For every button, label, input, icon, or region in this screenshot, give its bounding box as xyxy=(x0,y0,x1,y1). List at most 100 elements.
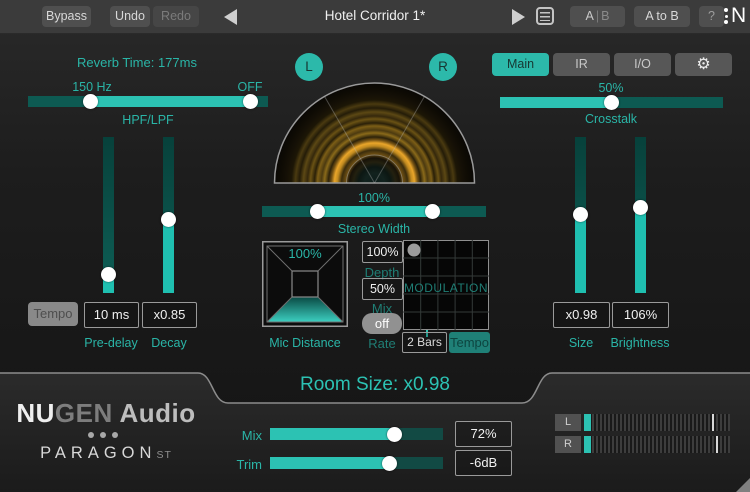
left-channel-button[interactable]: L xyxy=(295,53,323,81)
predelay-fader[interactable] xyxy=(103,137,114,293)
trim-handle[interactable] xyxy=(382,456,397,471)
preset-menu-icon[interactable] xyxy=(536,7,554,25)
predelay-value-field[interactable]: 10 ms xyxy=(84,302,139,328)
lpf-handle[interactable] xyxy=(243,94,258,109)
brand-nu: NU xyxy=(16,398,55,428)
meter-left-label: L xyxy=(555,414,581,431)
reverb-time-readout: Reverb Time: 177ms xyxy=(37,55,237,70)
hpf-lpf-slider[interactable] xyxy=(28,96,268,107)
modulation-cursor[interactable] xyxy=(408,244,421,257)
hpf-lpf-range-fill xyxy=(90,96,250,107)
stereo-width-label: Stereo Width xyxy=(274,222,474,236)
decay-label: Decay xyxy=(119,336,219,350)
brightness-fill xyxy=(635,212,646,293)
top-toolbar: Bypass Undo Redo Hotel Corridor 1* A|B A… xyxy=(0,0,750,34)
brand-dots-icon xyxy=(88,432,118,438)
mix-fill xyxy=(270,428,394,440)
mod-sync-field[interactable]: 2 Bars xyxy=(402,332,447,353)
paragon-plugin-window: Bypass Undo Redo Hotel Corridor 1* A|B A… xyxy=(0,0,750,492)
decay-value-field[interactable]: x0.85 xyxy=(142,302,197,328)
crosstalk-slider[interactable] xyxy=(500,97,723,108)
product-suffix: ST xyxy=(156,449,171,461)
undo-button[interactable]: Undo xyxy=(110,6,150,27)
mic-distance-value: 100% xyxy=(255,246,355,261)
bypass-button[interactable]: Bypass xyxy=(42,6,91,27)
mix-value-field[interactable]: 72% xyxy=(455,421,512,447)
crosstalk-value: 50% xyxy=(511,81,711,95)
mod-tempo-button[interactable]: Tempo xyxy=(449,332,490,353)
mix-label: Mix xyxy=(222,428,262,443)
mix-handle[interactable] xyxy=(387,427,402,442)
size-fill xyxy=(575,219,586,293)
previous-preset-icon[interactable] xyxy=(224,9,237,25)
mod-depth-field[interactable]: 100% xyxy=(362,241,403,263)
meter-left-signal xyxy=(584,414,591,431)
meter-right-label: R xyxy=(555,436,581,453)
menu-lines-icon xyxy=(540,12,550,21)
hpf-handle[interactable] xyxy=(83,94,98,109)
tab-main[interactable]: Main xyxy=(492,53,549,76)
gear-icon: ⚙ xyxy=(696,56,710,73)
size-handle[interactable] xyxy=(573,207,588,222)
nugen-audio-wordmark: NUGEN Audio xyxy=(8,398,204,429)
product-wordmark: PARAGONST xyxy=(8,444,204,463)
decay-fill xyxy=(163,219,174,293)
nugen-logo-icon[interactable]: N xyxy=(731,4,746,28)
resize-grip[interactable] xyxy=(736,478,750,492)
radar-semicircle xyxy=(275,83,475,183)
meter-left-bar xyxy=(584,414,730,431)
predelay-handle[interactable] xyxy=(101,267,116,282)
mod-mix-field[interactable]: 50% xyxy=(362,278,403,300)
stereo-width-value: 100% xyxy=(274,191,474,205)
size-fader[interactable] xyxy=(575,137,586,293)
size-value-field[interactable]: x0.98 xyxy=(553,302,610,328)
a-to-b-button[interactable]: A to B xyxy=(634,6,690,27)
brand-audio: Audio xyxy=(113,398,196,428)
brightness-label: Brightness xyxy=(590,336,690,350)
stereo-width-handle-right[interactable] xyxy=(425,204,440,219)
product-name: PARAGON xyxy=(40,444,156,462)
ab-a-label: A xyxy=(586,9,594,23)
tab-io[interactable]: I/O xyxy=(614,53,671,76)
trim-label: Trim xyxy=(222,457,262,472)
tab-ir[interactable]: IR xyxy=(553,53,610,76)
predelay-tempo-toggle[interactable]: Tempo xyxy=(28,302,78,326)
crosstalk-handle[interactable] xyxy=(604,95,619,110)
nugen-logo-dots-icon xyxy=(724,8,728,27)
stereo-width-handle-left[interactable] xyxy=(310,204,325,219)
meter-right-signal xyxy=(584,436,591,453)
brightness-fader[interactable] xyxy=(635,137,646,293)
brightness-handle[interactable] xyxy=(633,200,648,215)
trim-value-field[interactable]: -6dB xyxy=(455,450,512,476)
ab-b-label: B xyxy=(601,9,609,23)
meter-right-bar xyxy=(584,436,730,453)
mod-rate-toggle[interactable]: off xyxy=(362,313,402,334)
filter-label: HPF/LPF xyxy=(48,113,248,127)
preset-title[interactable]: Hotel Corridor 1* xyxy=(280,8,470,23)
redo-button[interactable]: Redo xyxy=(153,6,199,27)
help-button[interactable]: ? xyxy=(699,6,724,27)
stereo-width-slider[interactable] xyxy=(262,206,486,217)
stereo-width-fill xyxy=(317,206,432,217)
crosstalk-fill xyxy=(500,97,611,108)
trim-slider[interactable] xyxy=(270,457,443,469)
hpf-value-label: 150 Hz xyxy=(52,80,132,94)
reverb-radar-display xyxy=(272,81,477,185)
ab-compare-button[interactable]: A|B xyxy=(570,6,625,27)
mix-slider[interactable] xyxy=(270,428,443,440)
right-channel-button[interactable]: R xyxy=(429,53,457,81)
decay-fader[interactable] xyxy=(163,137,174,293)
crosstalk-label: Crosstalk xyxy=(511,112,711,126)
modulation-title: MODULATION xyxy=(404,281,488,295)
room-size-readout: Room Size: x0.98 xyxy=(225,374,525,396)
mic-distance-label: Mic Distance xyxy=(255,336,355,350)
settings-button[interactable]: ⚙ xyxy=(675,53,732,76)
brand-gen: GEN xyxy=(55,398,113,428)
meter-right-peak xyxy=(716,436,718,453)
decay-handle[interactable] xyxy=(161,212,176,227)
trim-fill xyxy=(270,457,389,469)
modulation-xy-pad[interactable]: MODULATION xyxy=(403,240,489,330)
brightness-value-field[interactable]: 106% xyxy=(612,302,669,328)
next-preset-icon[interactable] xyxy=(512,9,525,25)
meter-left-peak xyxy=(712,414,714,431)
